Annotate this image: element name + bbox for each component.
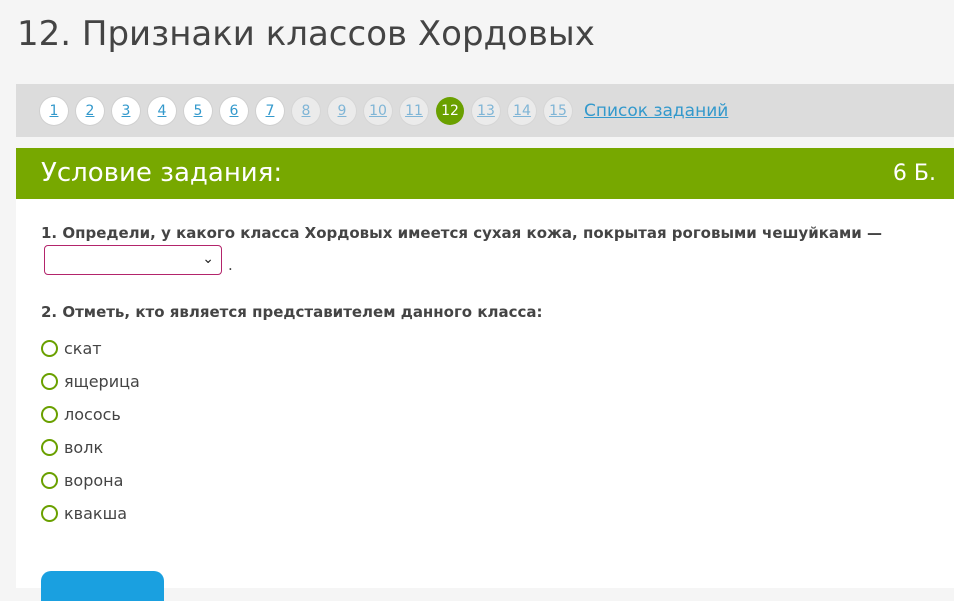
page-title: 12. Признаки классов Хордовых (17, 14, 595, 54)
pager-item-12[interactable]: 12 (436, 97, 464, 125)
pager-item-7[interactable]: 7 (256, 97, 284, 125)
pager-item-1[interactable]: 1 (40, 97, 68, 125)
pager-item-15[interactable]: 15 (544, 97, 572, 125)
pager-item-8[interactable]: 8 (292, 97, 320, 125)
radio-button[interactable] (41, 471, 58, 489)
answer-option[interactable]: квакша (41, 503, 140, 523)
task-header-title: Условие задания: (41, 158, 283, 188)
class-select[interactable]: ⌄ (44, 245, 222, 275)
radio-button[interactable] (41, 438, 58, 456)
radio-button[interactable] (41, 372, 58, 390)
answer-option-label: ворона (64, 470, 124, 490)
task-panel: Условие задания: 6 Б. 1. Определи, у как… (16, 148, 954, 601)
answer-options: скат ящерица лосось волк ворона квакша (41, 338, 140, 536)
task-pager: 1 2 3 4 5 6 7 8 9 10 11 12 13 14 15 Список заданий (16, 84, 954, 137)
answer-option[interactable]: скат (41, 338, 140, 358)
answer-option[interactable]: лосось (41, 404, 140, 424)
question-2-text: 2. Отметь, кто является представителем д… (41, 303, 543, 321)
answer-option-label: ящерица (64, 371, 140, 391)
question-1-text: 1. Определи, у какого класса Хордовых им… (41, 224, 883, 242)
pager-item-11[interactable]: 11 (400, 97, 428, 125)
answer-option[interactable]: ворона (41, 470, 140, 490)
pager-item-2[interactable]: 2 (76, 97, 104, 125)
pager-item-13[interactable]: 13 (472, 97, 500, 125)
answer-option-label: волк (64, 437, 104, 457)
radio-button[interactable] (41, 504, 58, 522)
radio-button[interactable] (41, 405, 58, 423)
answer-option-label: лосось (64, 404, 121, 424)
pager-item-4[interactable]: 4 (148, 97, 176, 125)
answer-option-label: квакша (64, 503, 128, 523)
radio-button[interactable] (41, 339, 58, 357)
answer-option-label: скат (64, 338, 102, 358)
pager-item-14[interactable]: 14 (508, 97, 536, 125)
pager-list: 1 2 3 4 5 6 7 8 9 10 11 12 13 14 15 Список заданий (40, 96, 728, 126)
pager-item-3[interactable]: 3 (112, 97, 140, 125)
pager-item-10[interactable]: 10 (364, 97, 392, 125)
pager-item-9[interactable]: 9 (328, 97, 356, 125)
pager-item-5[interactable]: 5 (184, 97, 212, 125)
select-suffix: . (228, 256, 233, 274)
task-list-link[interactable]: Список заданий (584, 101, 728, 121)
answer-option[interactable]: ящерица (41, 371, 140, 391)
chevron-down-icon: ⌄ (202, 251, 214, 267)
task-score: 6 Б. (892, 161, 936, 186)
pager-item-6[interactable]: 6 (220, 97, 248, 125)
answer-option[interactable]: волк (41, 437, 140, 457)
task-header: Условие задания: 6 Б. (16, 148, 954, 199)
